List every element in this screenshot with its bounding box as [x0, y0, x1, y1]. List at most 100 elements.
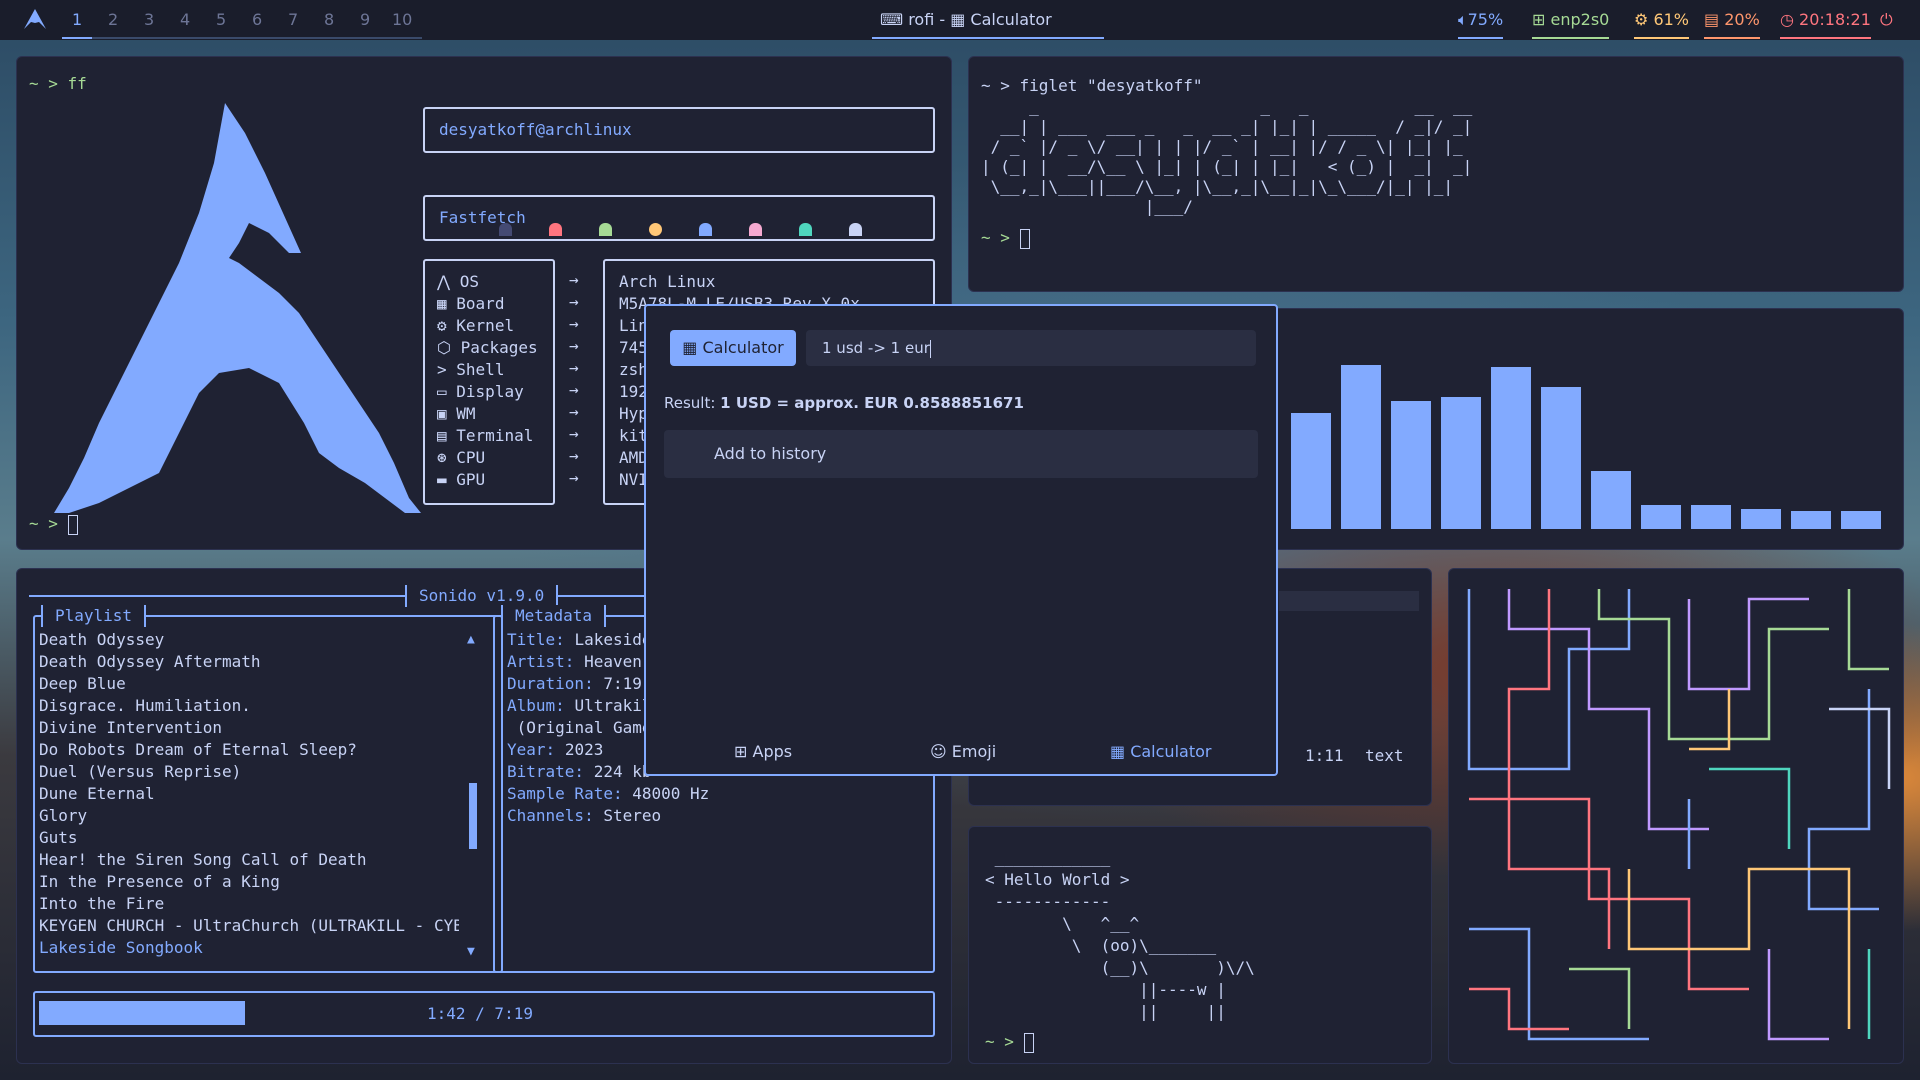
- metadata-value: Ultrakil: [574, 696, 652, 715]
- fastfetch-title: Fastfetch: [439, 208, 526, 227]
- package-icon: ⬡: [437, 338, 451, 357]
- workspace-5[interactable]: 5: [216, 10, 226, 29]
- top-bar: 1 2 3 4 5 6 7 8 9 10 ⌨ rofi - ▦ Calculat…: [0, 0, 1920, 40]
- result-prefix: Result:: [664, 394, 721, 412]
- visualizer-bar: [1291, 413, 1331, 529]
- memory-indicator[interactable]: ▤ 20%: [1704, 10, 1760, 39]
- rofi-list-item[interactable]: Add to history: [664, 430, 1258, 478]
- metadata-title: Metadata: [501, 605, 607, 627]
- figlet-art-line: |___/: [981, 197, 1193, 216]
- workspace-1[interactable]: 1: [72, 10, 82, 29]
- arrow-7: →: [569, 402, 579, 421]
- result-value: 1 USD = approx. EUR 0.8588851671: [720, 394, 1024, 412]
- cpu-value: 61%: [1653, 10, 1689, 29]
- playlist-item[interactable]: KEYGEN CHURCH - UltraChurch (ULTRAKILL -…: [39, 915, 459, 937]
- playlist-item[interactable]: Death Odyssey Aftermath: [39, 651, 459, 673]
- user-host: desyatkoff@archlinux: [439, 120, 632, 139]
- cowsay-art-line: || ||: [985, 1002, 1226, 1021]
- arrow-10: →: [569, 468, 579, 487]
- memory-icon: ▤: [1704, 10, 1725, 29]
- playlist-item[interactable]: Disgrace. Humiliation.: [39, 695, 459, 717]
- playlist-item[interactable]: In the Presence of a King: [39, 871, 459, 893]
- playlist-item[interactable]: Death Odyssey: [39, 629, 459, 651]
- metadata-key: Title:: [507, 630, 565, 649]
- cpu-underline: [1634, 37, 1689, 39]
- label-display: ▭ Display: [437, 381, 524, 403]
- editor-mode: text: [1365, 746, 1404, 765]
- scroll-up-icon[interactable]: ▲: [467, 629, 475, 651]
- arrow-3: →: [569, 314, 579, 333]
- board-icon: ▦: [437, 294, 447, 313]
- playlist-item[interactable]: Glory: [39, 805, 459, 827]
- workspace-3[interactable]: 3: [144, 10, 154, 29]
- clock-indicator[interactable]: ◷ 20:18:21: [1780, 10, 1871, 39]
- metadata-value: 48000 Hz: [632, 784, 710, 803]
- figlet-terminal[interactable]: ~ > figlet "desyatkoff" _ _ _ __ __ __| …: [968, 56, 1904, 292]
- visualizer-bar: [1741, 509, 1781, 529]
- cowsay-art-line: \ ^__^: [985, 914, 1140, 933]
- speaker-icon: 🔈︎: [1458, 10, 1468, 29]
- visualizer-bar: [1791, 511, 1831, 529]
- playlist-scrollbar[interactable]: [469, 783, 477, 849]
- playlist-item[interactable]: Do Robots Dream of Eternal Sleep?: [39, 739, 459, 761]
- rofi-mode-button[interactable]: ▦ Calculator: [670, 330, 796, 366]
- arrow-9: →: [569, 446, 579, 465]
- power-icon[interactable]: ⏻: [1880, 10, 1893, 30]
- cpu-indicator[interactable]: ⚙ 61%: [1634, 10, 1689, 39]
- visualizer-bar: [1441, 397, 1481, 529]
- sonido-title: Sonido v1.9.0: [405, 585, 559, 607]
- cowsay-terminal[interactable]: ____________ < Hello World > -----------…: [968, 826, 1432, 1064]
- playlist-item[interactable]: Lakeside Songbook: [39, 937, 459, 959]
- metadata-row: Title: Lakeside: [507, 629, 652, 651]
- rofi-tab-emoji[interactable]: ☺ Emoji: [930, 742, 996, 761]
- playlist-item[interactable]: Duel (Versus Reprise): [39, 761, 459, 783]
- workspace-9[interactable]: 9: [360, 10, 370, 29]
- editor-line-highlight: [1279, 591, 1419, 611]
- progress-box[interactable]: 1:42 / 7:19: [33, 991, 935, 1037]
- playlist-item[interactable]: Guts: [39, 827, 459, 849]
- label-text: Board: [456, 294, 505, 313]
- playlist-item[interactable]: Deep Blue: [39, 673, 459, 695]
- rofi-search-input[interactable]: 1 usd -> 1 eur: [806, 330, 1256, 366]
- volume-value: 75%: [1467, 10, 1504, 29]
- playlist-item[interactable]: Hear! the Siren Song Call of Death: [39, 849, 459, 871]
- network-indicator[interactable]: ⊞ enp2s0: [1532, 10, 1610, 39]
- label-text: Kernel: [456, 316, 515, 335]
- metadata-key: Channels:: [507, 806, 594, 825]
- workspace-10[interactable]: 10: [392, 10, 412, 29]
- playlist-item[interactable]: Dune Eternal: [39, 783, 459, 805]
- metadata-row: Year: 2023: [507, 739, 603, 761]
- shell-prompt: ~ >: [985, 1031, 1034, 1053]
- terminal-icon: >: [437, 360, 447, 379]
- rofi-tab-apps[interactable]: ⊞ Apps: [734, 742, 792, 761]
- visualizer-bar: [1491, 367, 1531, 529]
- cursor: [1023, 1032, 1034, 1053]
- arch-logo-icon[interactable]: [24, 9, 46, 29]
- playlist-item[interactable]: Into the Fire: [39, 893, 459, 915]
- playlist-item[interactable]: Divine Intervention: [39, 717, 459, 739]
- workspace-4[interactable]: 4: [180, 10, 190, 29]
- scroll-down-icon[interactable]: ▼: [467, 941, 475, 963]
- label-text: Display: [456, 382, 524, 401]
- rofi-tab-calculator[interactable]: ▦ Calculator: [1110, 742, 1211, 761]
- workspace-6[interactable]: 6: [252, 10, 262, 29]
- metadata-value: 2023: [564, 740, 604, 759]
- metadata-value: Heaven: [584, 652, 642, 671]
- label-text: Terminal: [456, 426, 534, 445]
- visualizer-bar: [1641, 505, 1681, 529]
- clock-value: 20:18:21: [1799, 10, 1871, 29]
- gpu-icon: ▬: [437, 470, 447, 489]
- cowsay-art-line: \ (oo)\_______: [985, 936, 1217, 955]
- prompt-text: ~ >: [981, 228, 1010, 247]
- window-title-underline: [872, 37, 1104, 39]
- visualizer-bar: [1841, 511, 1881, 529]
- workspace-7[interactable]: 7: [288, 10, 298, 29]
- workspace-8[interactable]: 8: [324, 10, 334, 29]
- gear-icon: ⚙: [437, 316, 447, 335]
- cpu-icon: ⚙: [1634, 10, 1654, 29]
- rofi-launcher[interactable]: ▦ Calculator 1 usd -> 1 eur Result: 1 US…: [644, 304, 1278, 776]
- metadata-row: (Original Game: [507, 717, 652, 739]
- workspace-2[interactable]: 2: [108, 10, 118, 29]
- editor-cursor-position: 1:11: [1305, 746, 1344, 765]
- volume-indicator[interactable]: 🔈︎75%: [1458, 10, 1504, 39]
